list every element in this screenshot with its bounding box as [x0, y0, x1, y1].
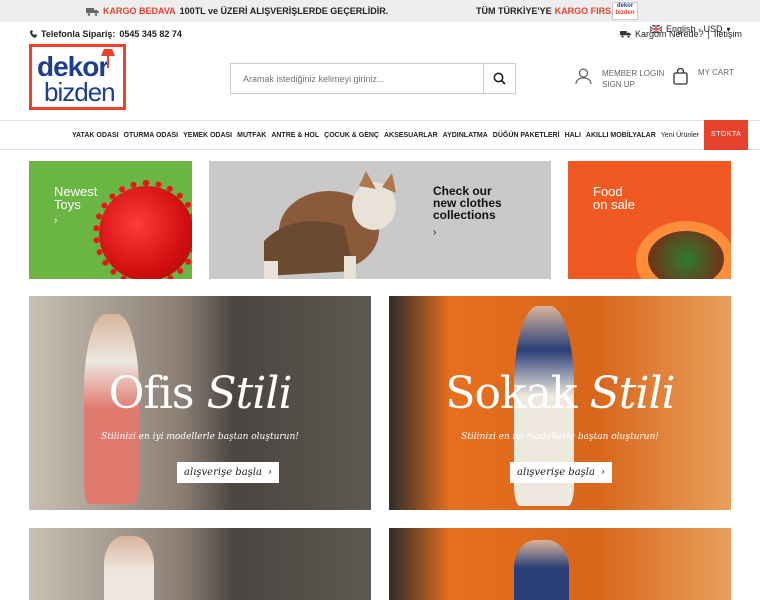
- nav-item-antre-hol[interactable]: ANTRE & HOL: [271, 132, 319, 139]
- nav-item-yatak-odasi[interactable]: YATAK ODASI: [72, 132, 119, 139]
- nav-item-hali[interactable]: HALI: [565, 132, 581, 139]
- shipping-campaign: TÜM TÜRKİYE'YE KARGO FIRSATI: [476, 6, 625, 16]
- toys-title-line2: Toys: [54, 197, 81, 212]
- shop-now-label: alışverişe başla: [517, 467, 595, 478]
- search-input[interactable]: [231, 64, 484, 93]
- toys-arrow-icon: ›: [54, 215, 58, 226]
- promo-banner-clothes[interactable]: Check our new clothes collections ›: [209, 161, 551, 279]
- turkey-text: TÜM TÜRKİYE'YE: [476, 6, 552, 16]
- member-login-link[interactable]: MEMBER LOGIN: [602, 68, 664, 79]
- nav-item-yeni-urunler[interactable]: Yeni Ürünler: [661, 132, 699, 139]
- search-icon: [493, 72, 506, 85]
- shop-now-button[interactable]: alışverişe başla ›: [177, 462, 279, 483]
- phone-order: Telefonla Sipariş: 0545 345 82 74: [30, 29, 182, 39]
- nav-item-akilli-mobilyalar[interactable]: AKILLI MOBİLYALAR: [586, 132, 656, 139]
- hero-banner-ofis-stili-repeat[interactable]: [29, 528, 371, 600]
- member-area[interactable]: MEMBER LOGIN SIGN UP: [575, 68, 664, 90]
- hero-banner-ofis-stili[interactable]: Ofis Stili Stilinizi en iyi modellerle b…: [29, 296, 371, 510]
- top-announcement-bar: KARGO BEDAVA 100TL ve ÜZERİ ALIŞVERİŞLER…: [0, 0, 760, 22]
- truck-icon: [86, 7, 99, 16]
- logo-bottom-text: bizden: [44, 77, 116, 107]
- food-title: Food on sale: [593, 185, 635, 211]
- promo-banner-food[interactable]: Food on sale: [568, 161, 731, 279]
- hero-title-italic: Stili: [206, 368, 292, 419]
- sign-up-link[interactable]: SIGN UP: [602, 79, 664, 90]
- free-shipping-label: KARGO BEDAVA: [103, 6, 176, 16]
- model-photo: [514, 540, 569, 600]
- hero-title-italic: Stili: [589, 368, 676, 419]
- mini-logo-top: dekor: [616, 3, 634, 9]
- search-box: [230, 63, 516, 94]
- hero-title-word: Ofis: [108, 368, 194, 419]
- promo-banner-toys[interactable]: Newest Toys ›: [29, 161, 192, 279]
- track-order-link[interactable]: Kargom Nerede?: [635, 29, 704, 39]
- nav-item-aydinlatma[interactable]: AYDINLATMA: [443, 132, 488, 139]
- model-photo: [104, 536, 154, 600]
- hero-title: Ofis Stili: [29, 368, 371, 419]
- shop-now-label: alışverişe başla: [184, 467, 262, 478]
- free-shipping-text: 100TL ve ÜZERİ ALIŞVERİŞLERDE GEÇERLİDİR…: [179, 6, 389, 16]
- phone-label: Telefonla Sipariş:: [41, 29, 116, 39]
- truck-icon: [620, 31, 631, 38]
- phone-number[interactable]: 0545 345 82 74: [119, 29, 182, 39]
- food-title-line2: on sale: [593, 197, 635, 212]
- site-logo[interactable]: dekor bizden: [29, 44, 126, 110]
- shopping-bag-icon: [673, 68, 688, 85]
- search-button[interactable]: [483, 64, 515, 93]
- clothes-arrow-icon: ›: [433, 227, 437, 238]
- hero-title: Sokak Stili: [389, 368, 731, 419]
- mini-logo-bottom: bizden: [615, 10, 635, 16]
- shop-now-button[interactable]: alışverişe başla ›: [510, 462, 612, 483]
- hero-subtitle: Stilinizi en iyi modellerle baştan oluşt…: [461, 432, 659, 442]
- clothes-title-line3: collections: [433, 208, 496, 222]
- toys-title: Newest Toys: [54, 185, 97, 211]
- hero-banner-sokak-stili-repeat[interactable]: [389, 528, 731, 600]
- clothes-title: Check our new clothes collections: [433, 185, 502, 221]
- chevron-right-icon: ›: [600, 467, 605, 478]
- phone-icon: [30, 30, 37, 38]
- hero-title-word: Sokak: [445, 368, 577, 419]
- nav-item-oturma-odasi[interactable]: OTURMA ODASI: [124, 132, 179, 139]
- header-info-row: Telefonla Sipariş: 0545 345 82 74 Englis…: [0, 22, 760, 44]
- hero-banner-sokak-stili[interactable]: Sokak Stili Stilinizi en iyi modellerle …: [389, 296, 731, 510]
- lamp-icon: [101, 49, 115, 68]
- main-navigation: YATAK ODASI OTURMA ODASI YEMEK ODASI MUT…: [0, 119, 760, 150]
- chevron-right-icon: ›: [267, 467, 272, 478]
- nav-item-aksesuarlar[interactable]: AKSESUARLAR: [384, 132, 438, 139]
- nav-item-mutfak[interactable]: MUTFAK: [237, 132, 266, 139]
- food-bowl-image: [636, 221, 731, 279]
- nav-item-stokta[interactable]: STOKTA: [704, 119, 749, 150]
- cart-label: MY CART: [698, 68, 734, 77]
- header-links: Kargom Nerede? | İletişim: [620, 29, 742, 39]
- free-shipping-notice: KARGO BEDAVA 100TL ve ÜZERİ ALIŞVERİŞLER…: [86, 6, 388, 16]
- user-icon: [575, 68, 592, 85]
- nav-item-yemek-odasi[interactable]: YEMEK ODASI: [183, 132, 232, 139]
- dog-photo: [264, 171, 396, 279]
- cart-area[interactable]: MY CART: [673, 68, 734, 85]
- mini-logo: dekor bizden: [612, 2, 638, 20]
- toy-ball-image: [93, 180, 192, 279]
- contact-link[interactable]: İletişim: [714, 29, 742, 39]
- hero-subtitle: Stilinizi en iyi modellerle baştan oluşt…: [101, 432, 299, 442]
- nav-item-cocuk-genc[interactable]: ÇOCUK & GENÇ: [324, 132, 379, 139]
- divider: |: [707, 29, 710, 39]
- nav-item-dugun-paketleri[interactable]: DÜĞÜN PAKETLERİ: [493, 132, 560, 139]
